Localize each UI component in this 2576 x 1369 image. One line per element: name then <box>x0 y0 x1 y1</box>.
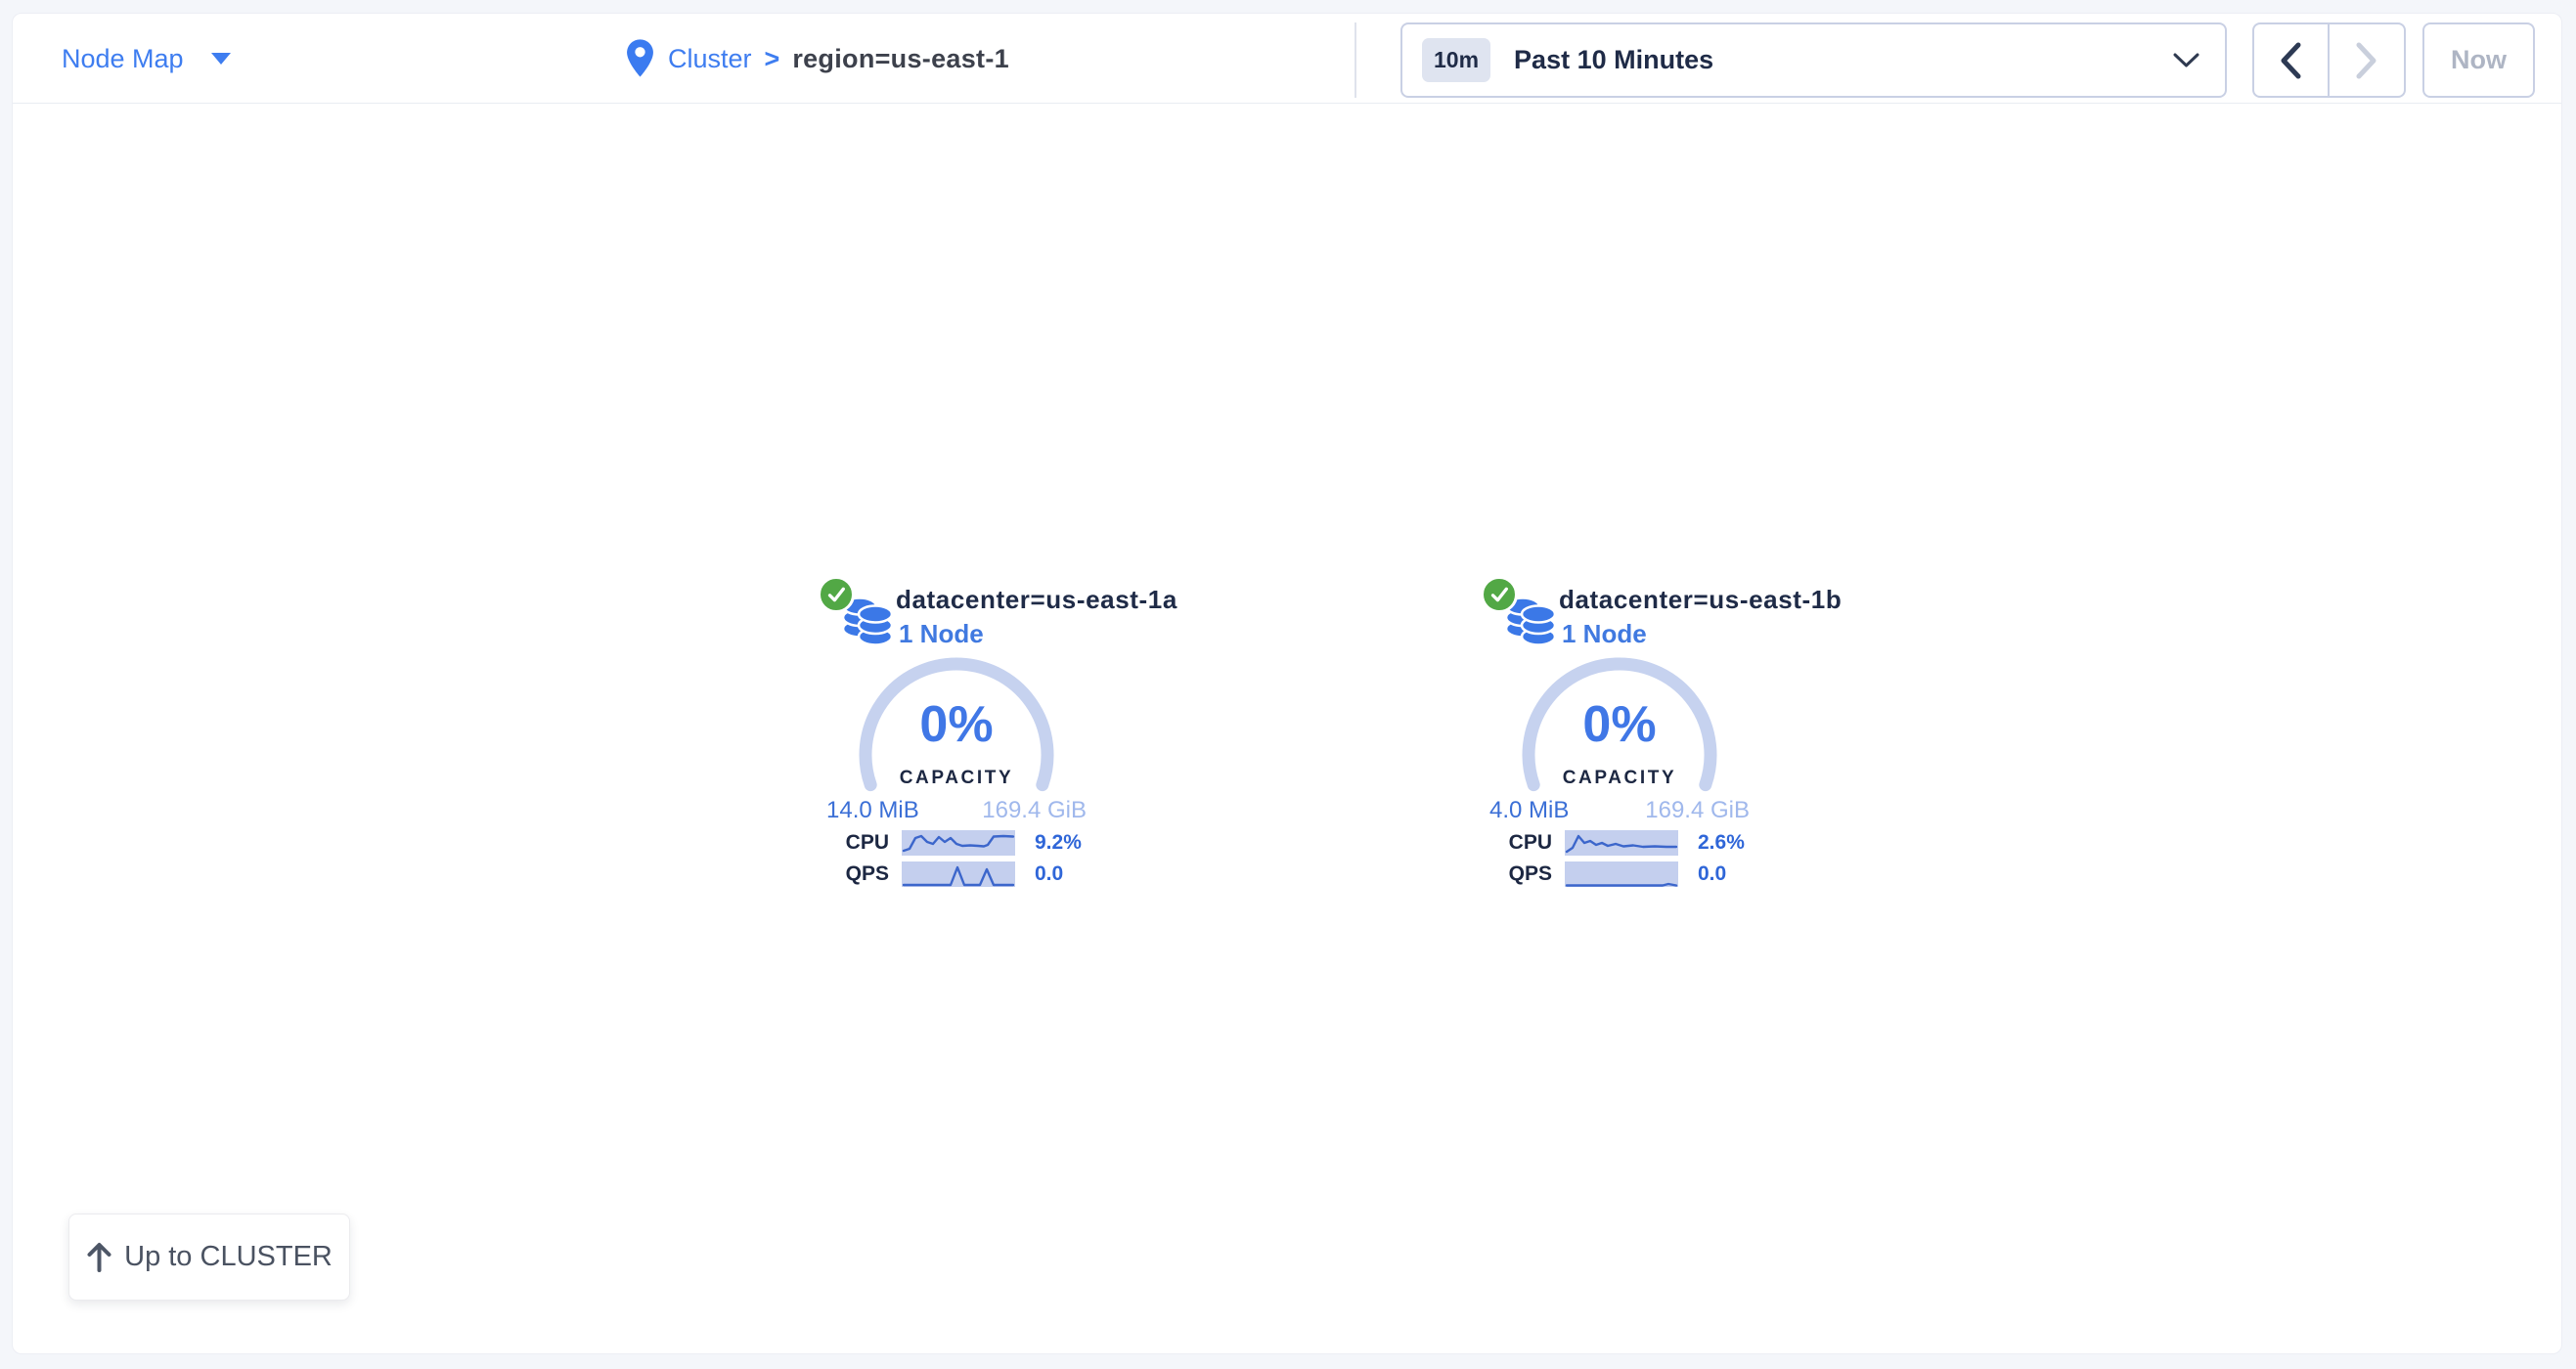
qps-sparkline <box>902 861 1015 887</box>
capacity-range: 4.0 MiB 169.4 GiB <box>1489 797 1750 824</box>
chevron-right-icon <box>2355 42 2378 79</box>
healthy-check-icon <box>1481 576 1518 613</box>
time-prev-button[interactable] <box>2254 24 2330 96</box>
cpu-value: 2.6% <box>1698 831 1745 855</box>
datacenter-card-us-east-1b[interactable]: datacenter=us-east-1b 1 Node 0% CAPACITY… <box>1453 576 1786 899</box>
capacity-percentage: 0% <box>1453 695 1786 754</box>
breadcrumb-cluster-link[interactable]: Cluster <box>668 44 752 74</box>
breadcrumb-separator: > <box>765 44 780 74</box>
capacity-total: 169.4 GiB <box>982 797 1087 824</box>
datacenter-card-us-east-1a[interactable]: datacenter=us-east-1a 1 Node 0% CAPACITY… <box>790 576 1123 899</box>
qps-label: QPS <box>790 862 889 886</box>
header-divider <box>1355 22 1356 98</box>
capacity-label: CAPACITY <box>790 768 1123 789</box>
view-selector-label: Node Map <box>62 44 184 74</box>
caret-down-icon <box>211 53 231 65</box>
time-window-label: Past 10 Minutes <box>1514 45 1713 75</box>
capacity-used: 4.0 MiB <box>1489 797 1569 824</box>
qps-value: 0.0 <box>1698 862 1726 886</box>
chevron-down-icon <box>2173 52 2199 68</box>
cpu-stat-row: CPU 2.6% <box>1453 830 1745 856</box>
up-arrow-icon <box>86 1242 112 1272</box>
breadcrumb: Cluster > region=us-east-1 <box>625 14 1009 104</box>
qps-sparkline <box>1565 861 1678 887</box>
up-to-cluster-button[interactable]: Up to CLUSTER <box>68 1214 350 1301</box>
healthy-check-icon <box>818 576 855 613</box>
location-pin-icon <box>625 38 655 79</box>
qps-stat-row: QPS 0.0 <box>790 861 1063 887</box>
time-window-dropdown[interactable]: 10m Past 10 Minutes <box>1400 22 2227 98</box>
view-selector-dropdown[interactable]: Node Map <box>62 14 231 104</box>
cpu-label: CPU <box>790 831 889 855</box>
node-map-canvas: datacenter=us-east-1a 1 Node 0% CAPACITY… <box>13 105 2561 1353</box>
qps-value: 0.0 <box>1035 862 1063 886</box>
capacity-total: 169.4 GiB <box>1645 797 1750 824</box>
qps-stat-row: QPS 0.0 <box>1453 861 1726 887</box>
header-bar: Node Map Cluster > region=us-east-1 10m … <box>13 14 2561 104</box>
cpu-label: CPU <box>1453 831 1552 855</box>
time-window-badge: 10m <box>1422 38 1490 82</box>
now-button[interactable]: Now <box>2422 22 2535 98</box>
node-map-panel: Node Map Cluster > region=us-east-1 10m … <box>12 13 2562 1354</box>
time-nav-group <box>2252 22 2406 98</box>
up-to-cluster-label: Up to CLUSTER <box>124 1241 333 1273</box>
capacity-label: CAPACITY <box>1453 768 1786 789</box>
cpu-stat-row: CPU 9.2% <box>790 830 1082 856</box>
time-next-button[interactable] <box>2330 24 2405 96</box>
capacity-range: 14.0 MiB 169.4 GiB <box>826 797 1087 824</box>
cpu-sparkline <box>1565 830 1678 856</box>
now-button-label: Now <box>2451 45 2507 75</box>
datacenter-name: datacenter=us-east-1a <box>896 585 1177 615</box>
breadcrumb-current-locality: region=us-east-1 <box>792 44 1009 74</box>
chevron-left-icon <box>2279 42 2302 79</box>
capacity-percentage: 0% <box>790 695 1123 754</box>
datacenter-name: datacenter=us-east-1b <box>1559 585 1842 615</box>
cpu-value: 9.2% <box>1035 831 1082 855</box>
capacity-used: 14.0 MiB <box>826 797 919 824</box>
cpu-sparkline <box>902 830 1015 856</box>
qps-label: QPS <box>1453 862 1552 886</box>
